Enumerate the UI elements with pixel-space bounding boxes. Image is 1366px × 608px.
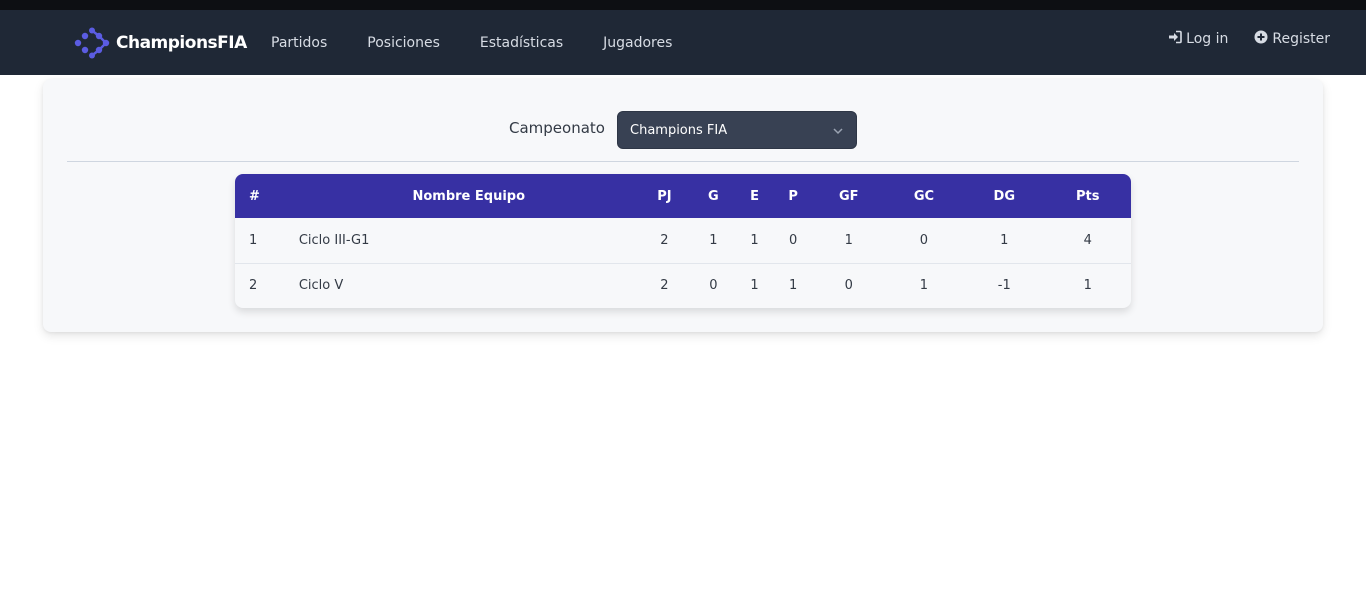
col-header-rank: # [249,188,260,204]
col-header-dg: DG [993,188,1015,204]
championship-label: Campeonato [509,119,605,137]
col-header-pts: Pts [1075,188,1100,204]
col-header-p: P [788,188,798,204]
nav-links: Partidos Posiciones Estadísticas Jugador… [271,10,712,75]
nav-link-estadisticas[interactable]: Estadísticas [480,35,563,51]
window-top-strip [0,0,1366,10]
cell-team: Ciclo V [298,262,639,308]
col-header-gc: GC [913,188,935,204]
cell-e: 1 [750,232,759,248]
cell-gc: 1 [883,262,965,308]
cell-rank: 2 [235,262,299,308]
cell-team: Ciclo III-G1 [298,232,370,248]
brand-name: ChampionsFIA [116,33,247,53]
championship-filter: Campeonato Champions FIA [43,111,1323,149]
cell-gf: 0 [813,262,884,308]
register-label: Register [1272,31,1330,47]
navbar: ChampionsFIA Partidos Posiciones Estadís… [0,10,1366,75]
cell-rank: 1 [249,232,258,248]
cell-dg: 1 [1000,232,1009,248]
cell-pts: 4 [1083,232,1092,248]
brand-logo-icon [74,27,110,59]
nav-link-jugadores[interactable]: Jugadores [603,35,672,51]
championship-select[interactable]: Champions FIA [617,111,857,149]
standings-table: # Nombre Equipo PJ G E P GF GC DG Pts 1 … [235,174,1131,308]
divider [67,161,1299,162]
cell-g: 0 [690,262,737,308]
championship-selected-value: Champions FIA [630,122,728,138]
cell-gf: 1 [844,232,853,248]
login-label: Log in [1186,31,1229,47]
col-header-e: E [750,188,759,204]
chevron-down-icon [832,125,844,141]
cell-dg: -1 [964,262,1045,308]
cell-g: 1 [709,232,718,248]
nav-link-partidos[interactable]: Partidos [271,35,327,51]
cell-e: 1 [736,262,773,308]
plus-circle-icon [1254,30,1272,48]
table-row: 1 Ciclo III-G1 2 1 1 0 1 0 1 4 [235,218,1131,263]
col-header-gf: GF [838,188,859,204]
register-link[interactable]: Register [1254,30,1330,48]
login-link[interactable]: Log in [1168,30,1228,48]
cell-p: 0 [789,232,798,248]
cell-pts: 1 [1044,262,1131,308]
sign-in-icon [1168,30,1186,48]
cell-pj: 2 [660,232,669,248]
nav-link-posiciones[interactable]: Posiciones [367,35,440,51]
table-row: 2 Ciclo V 2 0 1 1 0 1 -1 1 [235,262,1131,308]
standings-card: Campeonato Champions FIA # Nombre Equipo… [43,79,1323,332]
cell-gc: 0 [919,232,929,248]
brand[interactable]: ChampionsFIA [74,27,247,59]
table-header-row: # Nombre Equipo PJ G E P GF GC DG Pts [235,174,1131,218]
nav-auth: Log in Register [1142,10,1330,68]
cell-pj: 2 [638,262,691,308]
col-header-pj: PJ [657,188,672,204]
cell-p: 1 [772,262,814,308]
col-header-team: Nombre Equipo [412,188,526,204]
col-header-g: G [708,188,719,204]
